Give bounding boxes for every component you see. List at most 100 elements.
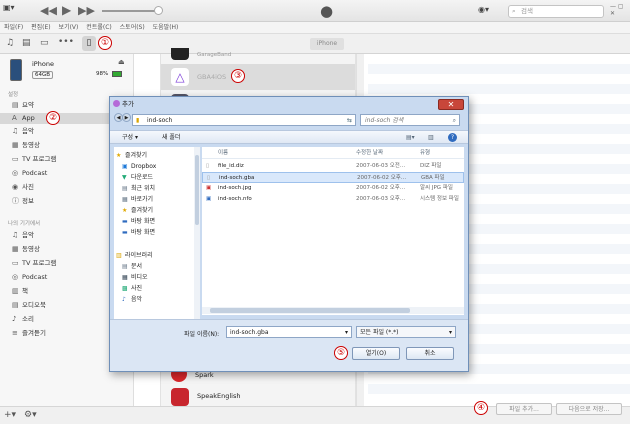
column-name[interactable]: 이름 [218, 147, 228, 159]
annotation-2: ② [46, 111, 60, 125]
music-icon: ♫ [12, 231, 19, 239]
device-icon-button[interactable]: ▯ [82, 36, 96, 51]
menu-file[interactable]: 파일(F) [4, 24, 23, 31]
tv-icon: ▭ [12, 259, 19, 267]
close-button[interactable]: ✕ [438, 99, 464, 110]
dialog-titlebar[interactable]: 추가 [110, 97, 468, 111]
menu-help[interactable]: 도움말(H) [153, 24, 179, 31]
play-button[interactable]: ▶ [62, 3, 71, 17]
open-button[interactable]: 열기(O) [352, 347, 400, 360]
nav-documents[interactable]: ▤ 문서 [122, 262, 142, 272]
add-icon[interactable]: +▾ [4, 410, 16, 420]
sidebar-label: Podcast [22, 273, 48, 281]
file-type-value: 모든 파일 (*.*) [360, 329, 399, 336]
dialog-title: 추가 [122, 100, 134, 108]
dialog-footer: 파일 이름(N): ind-soch.gba ▾ 모든 파일 (*.*) ▾ ⑤… [110, 319, 468, 371]
file-row-selected[interactable]: ▯ ind-soch.gba 2007-06-02 오후... GBA 파일 [202, 172, 464, 183]
more-icon[interactable]: ••• [58, 37, 74, 47]
tv-icon[interactable]: ▭ [40, 38, 49, 48]
help-icon[interactable]: ? [448, 133, 457, 142]
nav-recent[interactable]: ▤ 최근 위치 [122, 184, 155, 194]
refresh-icon[interactable]: ⇆ [347, 115, 352, 126]
file-name: ind-soch.nfo [218, 196, 252, 202]
nav-downloads[interactable]: ▼ 다운로드 [122, 173, 153, 183]
file-date: 2007-06-03 오후... [356, 196, 406, 202]
scroll-thumb[interactable] [210, 308, 410, 313]
settings-header: 설정 [8, 92, 19, 98]
app-row-speakenglish[interactable]: SpeakEnglish [161, 388, 355, 408]
volume-slider[interactable] [102, 6, 163, 15]
file-row[interactable]: ▣ ind-soch.nfo 2007-06-03 오후... 시스템 정보 파… [202, 194, 464, 205]
nav-favorites-2[interactable]: ★ 즐겨찾기 [122, 206, 153, 216]
address-bar[interactable]: ▮ ind-soch ⇆ [132, 114, 356, 126]
preview-pane-icon[interactable]: ▥ [428, 131, 434, 144]
menu-store[interactable]: 스토어(S) [120, 24, 145, 31]
menu-controls[interactable]: 컨트롤(C) [86, 24, 111, 31]
nav-label: 바로가기 [131, 196, 154, 203]
film-icon: ▦ [12, 141, 19, 149]
app-name: Spark [195, 371, 214, 379]
library-icon: ▥ [116, 252, 122, 259]
sidebar-label: 소리 [22, 315, 34, 323]
menu-bar: 파일(F) 편집(E) 보기(V) 컨트롤(C) 스토어(S) 도움말(H) [0, 22, 630, 34]
document-icon: ▤ [122, 263, 128, 270]
nav-videos[interactable]: ▦ 비디오 [122, 273, 148, 283]
new-folder-button[interactable]: 새 폴더 [162, 131, 180, 144]
annotation-3: ③ [231, 69, 245, 83]
file-type-select[interactable]: 모든 파일 (*.*) ▾ [356, 326, 456, 338]
nav-label: 라이브러리 [125, 252, 153, 259]
sidebar-label: 음악 [22, 231, 34, 239]
media-tab-bar: ♫ ▤ ▭ ••• ▯ ① iPhone [0, 34, 630, 54]
nav-music[interactable]: ♪ 음악 [122, 295, 142, 305]
filename-input[interactable]: ind-soch.gba ▾ [226, 326, 352, 338]
nav-desktop[interactable]: ▬ 바탕 화면 [122, 217, 155, 227]
eject-icon[interactable]: ⏏ [118, 58, 125, 66]
view-options-icon[interactable]: ▤▾ [406, 131, 415, 144]
music-icon[interactable]: ♫ [6, 38, 14, 48]
cancel-button[interactable]: 취소 [406, 347, 454, 360]
menu-view[interactable]: 보기(V) [59, 24, 79, 31]
device-tab[interactable]: iPhone [310, 38, 344, 50]
app-row-gba4ios[interactable]: △ GBA4iOS ③ [161, 64, 355, 90]
search-field[interactable]: ⌕ 검색 [508, 5, 604, 18]
account-icon[interactable]: ◉▾ [478, 5, 489, 14]
dialog-search-input[interactable]: ind-soch 검색 ⌕ [360, 114, 460, 126]
settings-gear-icon[interactable]: ⚙▾ [24, 410, 37, 420]
sidebar-label: 오디오북 [22, 301, 46, 309]
nav-scrollbar[interactable] [194, 147, 200, 327]
save-to-button[interactable]: 다음으로 저장... [556, 403, 622, 415]
column-type[interactable]: 유형 [420, 147, 430, 159]
forward-button[interactable]: ▶ [122, 113, 131, 122]
recent-icon: ▤ [122, 185, 128, 192]
podcast-icon: ◎ [12, 169, 19, 177]
nav-desktop-2[interactable]: ▬ 바탕 화면 [122, 228, 155, 238]
playlist-icon: ≡ [12, 329, 18, 337]
scroll-thumb[interactable] [195, 155, 199, 225]
nav-libraries[interactable]: ▥ 라이브러리 [116, 251, 153, 261]
movies-icon[interactable]: ▤ [22, 38, 31, 48]
nav-favorites[interactable]: ★ 즐겨찾기 [116, 151, 147, 161]
folder-icon: ▮ [136, 117, 140, 124]
volume-knob[interactable] [154, 6, 163, 15]
dropbox-icon: ▣ [122, 163, 128, 170]
nav-shortcuts[interactable]: ▦ 바로가기 [122, 195, 153, 205]
file-list-hscrollbar[interactable] [202, 307, 464, 314]
search-icon: ⌕ [452, 117, 456, 124]
nav-dropbox[interactable]: ▣ Dropbox [122, 162, 156, 172]
file-row[interactable]: ▣ ind-soch.jpg 2007-06-02 오후... 알씨 JPG 파… [202, 183, 464, 194]
column-date[interactable]: 수정한 날짜 [356, 147, 383, 159]
sidebar-label: 정보 [22, 197, 34, 205]
film-icon: ▦ [12, 245, 19, 253]
info-icon: ⓘ [12, 197, 19, 205]
add-file-button[interactable]: 파일 추가... [496, 403, 552, 415]
organize-button[interactable]: 구성 ▾ [122, 131, 138, 144]
nav-pictures[interactable]: ▩ 사진 [122, 284, 142, 294]
window-controls[interactable]: — ▢ ✕ [610, 3, 630, 17]
music-icon: ♪ [122, 296, 126, 303]
forward-button[interactable]: ▶▶ [78, 4, 95, 17]
chevron-down-icon: ▾ [344, 329, 348, 336]
window-menu-icon[interactable]: ▣▾ [3, 3, 15, 12]
menu-edit[interactable]: 편집(E) [31, 24, 51, 31]
file-row[interactable]: ▯ file_id.diz 2007-06-03 오전... DIZ 파일 [202, 161, 464, 172]
rewind-button[interactable]: ◀◀ [40, 4, 57, 17]
